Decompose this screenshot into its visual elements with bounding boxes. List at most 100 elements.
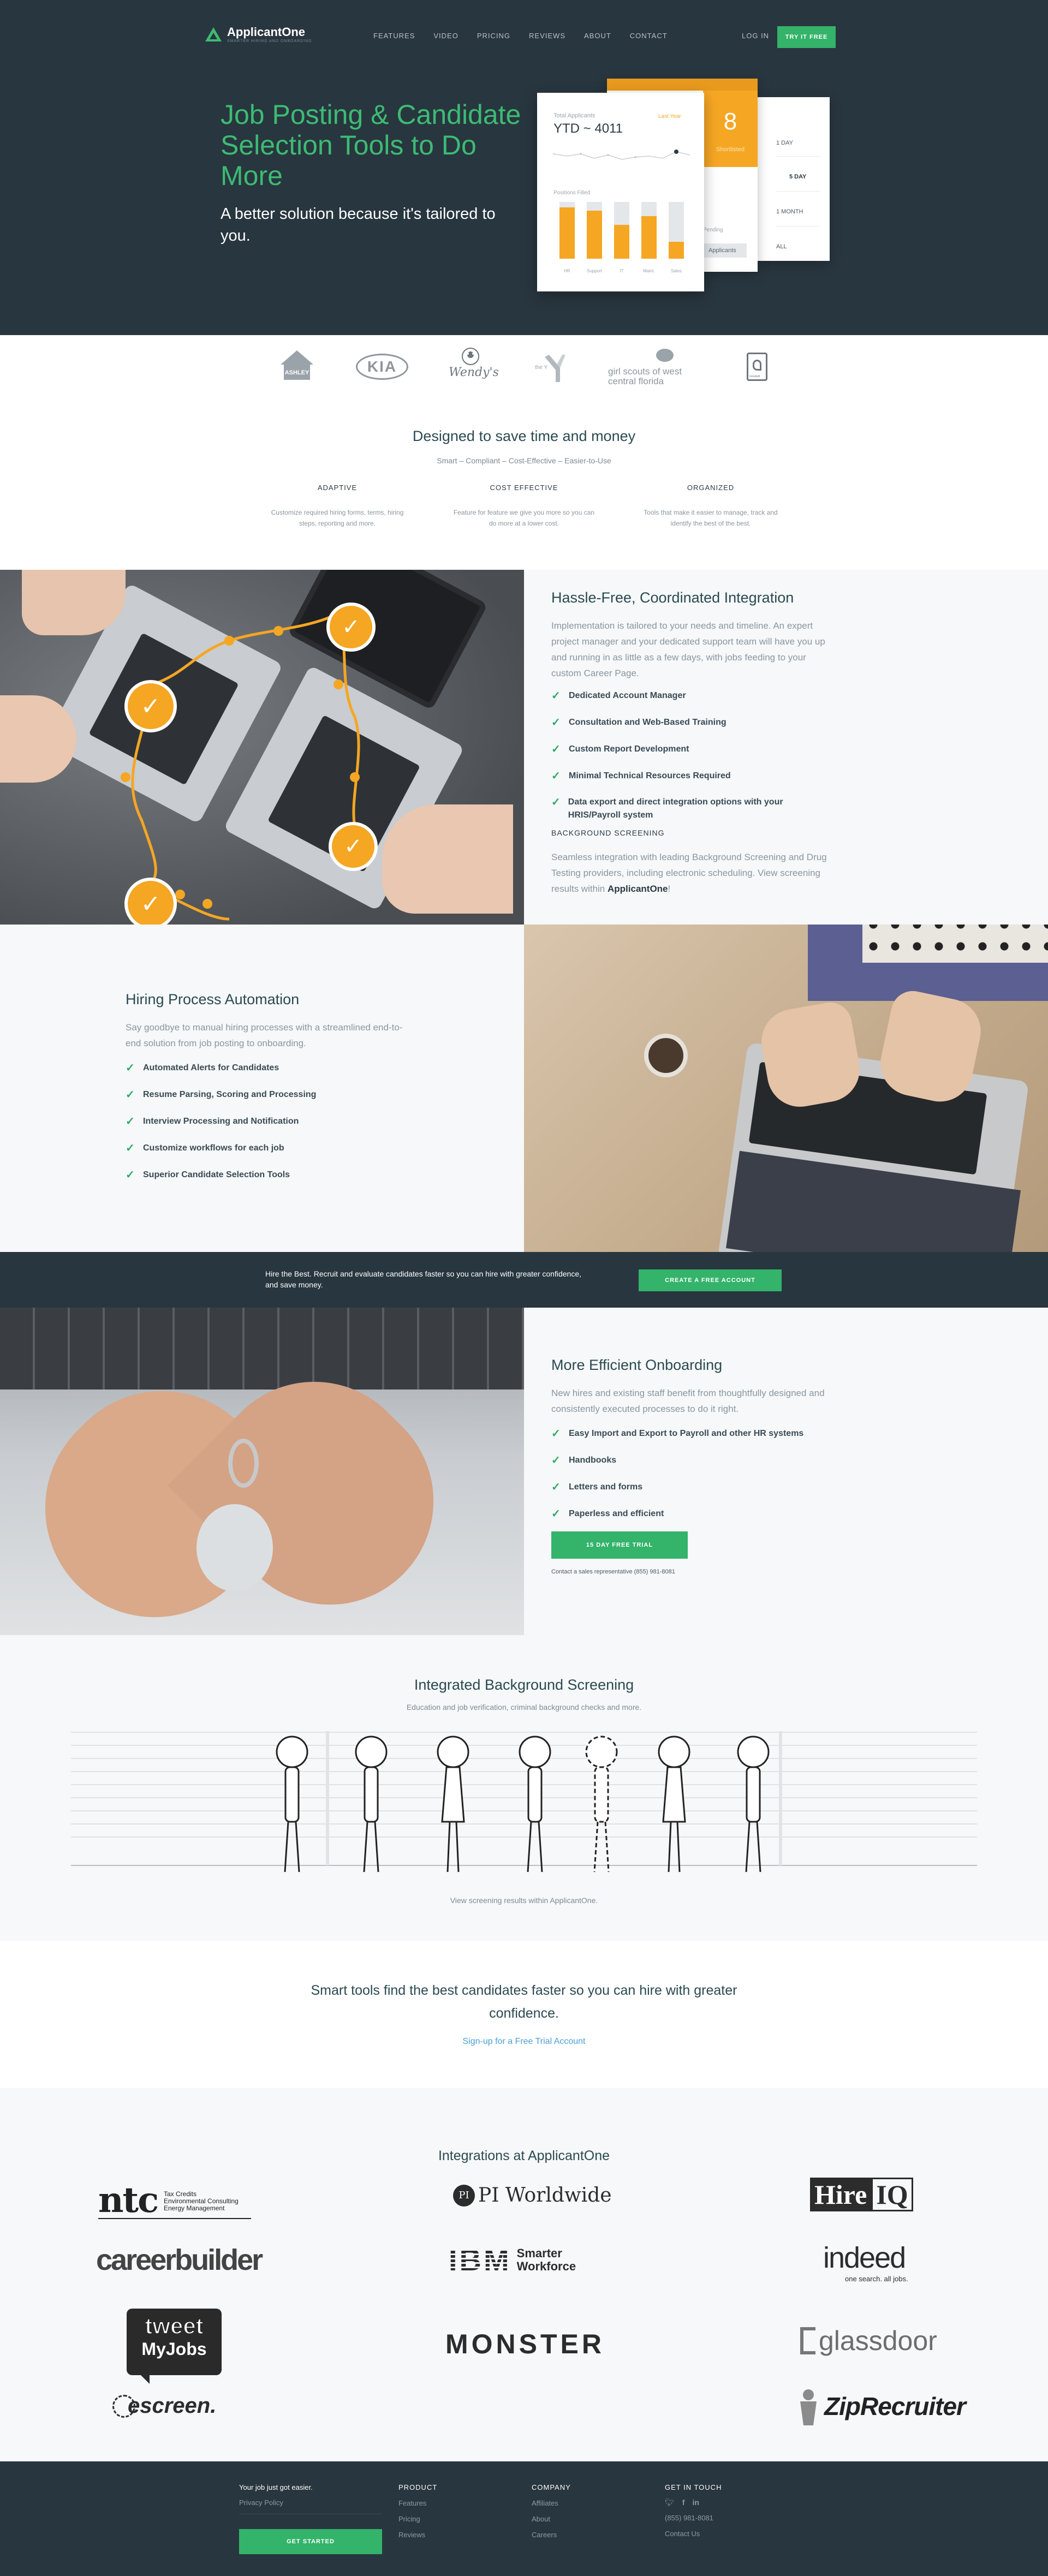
twitter-icon[interactable]: 🐦︎: [665, 2498, 675, 2507]
automation-list: ✓ Automated Alerts for Candidates ✓ Resume…: [126, 1061, 409, 1195]
smart-title: Smart tools find the best candidates fas…: [311, 1983, 737, 2021]
footer-phone[interactable]: (855) 981-8081: [665, 2514, 722, 2522]
check-icon: ✓: [551, 743, 561, 755]
footer-contact-link[interactable]: Contact Us: [665, 2530, 722, 2538]
footer-link-about[interactable]: About: [532, 2515, 571, 2523]
footer-link-affiliates[interactable]: Affiliates: [532, 2499, 571, 2507]
brand-name: ApplicantOne: [227, 25, 306, 39]
bar-label: Maint.: [643, 269, 655, 273]
screening-title: Integrated Background Screening: [414, 1677, 634, 1693]
range-option-1day[interactable]: 1 DAY: [776, 140, 793, 146]
onboarding-title: More Efficient Onboarding: [551, 1357, 723, 1373]
save-col-adaptive: ADAPTIVE Customize required hiring forms…: [266, 484, 408, 529]
main-nav: FEATURES VIDEO PRICING REVIEWS ABOUT CON…: [373, 32, 668, 40]
linkedin-icon[interactable]: in: [692, 2498, 699, 2507]
last-year-link[interactable]: Last Year: [658, 114, 681, 120]
ntc-text: ntc: [98, 2180, 159, 2221]
login-link[interactable]: LOG IN: [742, 32, 769, 40]
total-applicants-value: YTD ~ 4011: [553, 121, 623, 136]
footer-link-careers[interactable]: Careers: [532, 2531, 571, 2539]
nav-contact[interactable]: CONTACT: [630, 32, 668, 40]
applicants-tab[interactable]: Applicants: [703, 243, 747, 258]
onboarding-content: More Efficient Onboarding New hires and …: [524, 1308, 1048, 1635]
cost-text: Feature for feature we give you more so …: [453, 509, 595, 527]
check-badge-2: ✓: [326, 603, 376, 652]
bg-screening-text: Seamless integration with leading Backgr…: [551, 852, 827, 894]
nav-features[interactable]: FEATURES: [373, 32, 415, 40]
facebook-icon[interactable]: f: [682, 2498, 685, 2507]
check-icon: ✓: [551, 717, 561, 729]
bar: [587, 211, 602, 259]
bar-label: HR: [564, 269, 570, 273]
footer-link-pricing[interactable]: Pricing: [398, 2515, 437, 2523]
company-title: COMPANY: [532, 2483, 571, 2491]
ymca-logo: the Y: [535, 351, 570, 384]
bar-label: Sales: [670, 269, 682, 273]
try-free-button[interactable]: TRY IT FREE: [777, 26, 836, 48]
save-section: Designed to save time and money Smart – …: [0, 417, 1048, 570]
integration-item: ✓ Data export and direct integration opti…: [551, 796, 783, 820]
footer-link-reviews[interactable]: Reviews: [398, 2531, 437, 2539]
create-account-button[interactable]: CREATE A FREE ACCOUNT: [639, 1269, 782, 1291]
ziprecruiter-icon: [800, 2389, 817, 2425]
nav-video[interactable]: VIDEO: [433, 32, 458, 40]
footer: Your job just got easier. Privacy Policy…: [0, 2461, 1048, 2576]
kia-text: KIA: [367, 358, 397, 375]
check-icon: ✓: [551, 690, 561, 702]
free-trial-link[interactable]: Sign-up for a Free Trial Account: [0, 2037, 1048, 2047]
total-applicants-label: Total Applicants: [553, 112, 596, 119]
suspect-7: [737, 1736, 770, 1873]
cta-band: Hire the Best. Recruit and evaluate cand…: [0, 1252, 1048, 1308]
free-trial-button[interactable]: 15 DAY FREE TRIAL: [551, 1531, 688, 1559]
brand-logo[interactable]: ApplicantOne SMARTER HIRING AND ONBOARDI…: [204, 25, 312, 43]
privacy-link[interactable]: Privacy Policy: [239, 2499, 283, 2507]
ashley-text: ASHLEY: [285, 369, 309, 376]
cta-text: Hire the Best. Recruit and evaluate cand…: [265, 1269, 581, 1289]
shortlisted-label: Shortlisted: [716, 146, 745, 153]
automation-item: ✓ Automated Alerts for Candidates: [126, 1062, 279, 1074]
suspect-5-highlighted: [585, 1736, 618, 1873]
check-icon: ✓: [551, 770, 561, 782]
footer-company: COMPANY Affiliates About Careers: [532, 2483, 571, 2539]
save-col-organized: ORGANIZED Tools that make it easier to m…: [640, 484, 782, 529]
integration-item: ✓ Custom Report Development: [551, 743, 689, 755]
save-title: Designed to save time and money: [412, 428, 636, 444]
ibm-logo: IBM Smarter Workforce: [449, 2243, 576, 2277]
screening-caption: View screening results within ApplicantO…: [450, 1896, 598, 1905]
integration-text: Implementation is tailored to your needs…: [551, 621, 825, 678]
save-col-cost: COST EFFECTIVE Feature for feature we gi…: [453, 484, 595, 529]
range-option-all[interactable]: ALL: [776, 243, 787, 250]
automation-text: Say goodbye to manual hiring processes w…: [126, 1022, 403, 1048]
bar-label: IT: [620, 269, 624, 273]
brand-tagline: SMARTER HIRING AND ONBOARDING: [227, 39, 312, 43]
glassdoor-icon: [800, 2327, 815, 2354]
ring: [228, 1439, 259, 1488]
bar: [669, 242, 684, 259]
footer-link-features[interactable]: Features: [398, 2499, 437, 2507]
footer-tagline: Your job just got easier.: [239, 2483, 313, 2491]
get-started-button[interactable]: GET STARTED: [239, 2529, 382, 2554]
nav-pricing[interactable]: PRICING: [477, 32, 510, 40]
range-option-5day[interactable]: 5 DAY: [789, 174, 806, 180]
keyboard-blur: [0, 1308, 524, 1390]
positions-filled-label: Positions Filled: [553, 190, 591, 196]
nav-reviews[interactable]: REVIEWS: [529, 32, 565, 40]
glassdoor-text: glassdoor: [819, 2325, 937, 2356]
hand-right: [382, 804, 513, 914]
suspect-6: [658, 1736, 690, 1873]
check-icon: ✓: [551, 1454, 561, 1466]
adaptive-title: ADAPTIVE: [317, 484, 358, 492]
polka-shirt: [862, 925, 1048, 963]
nav-about[interactable]: ABOUT: [584, 32, 611, 40]
adaptive-text: Customize required hiring forms, terms, …: [271, 509, 404, 527]
check-icon: ✓: [126, 1089, 135, 1101]
social-icons: 🐦︎ f in: [665, 2498, 722, 2507]
check-icon: ✓: [126, 1062, 135, 1074]
indeed-text: indeed: [823, 2241, 906, 2274]
sales-contact[interactable]: Contact a sales representative (855) 981…: [551, 1569, 675, 1575]
range-option-1month[interactable]: 1 MONTH: [776, 208, 803, 215]
pi-text: PI Worldwide: [478, 2184, 612, 2207]
indeed-logo: indeed one search. all jobs.: [823, 2241, 932, 2283]
automation-title: Hiring Process Automation: [126, 991, 300, 1007]
applicants-trend-line: [553, 150, 690, 160]
